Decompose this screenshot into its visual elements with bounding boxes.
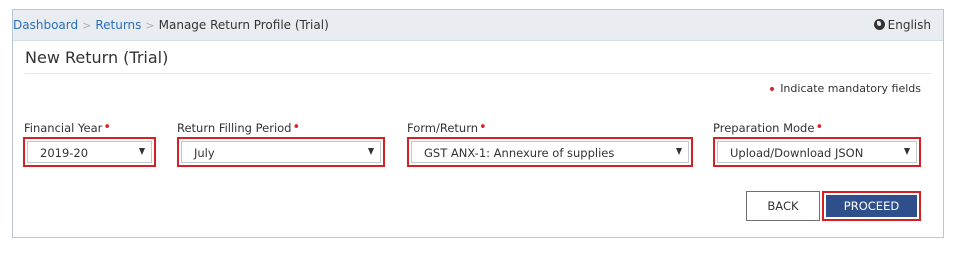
language-selector[interactable]: English	[873, 18, 931, 32]
breadcrumb-returns-link[interactable]: Returns	[95, 18, 141, 32]
form-return-label: Form/Return•	[407, 120, 487, 135]
financial-year-label-text: Financial Year	[24, 121, 103, 135]
preparation-mode-label: Preparation Mode•	[713, 120, 823, 135]
form-return-label-text: Form/Return	[407, 121, 479, 135]
return-period-select-box: July	[181, 141, 381, 163]
financial-year-select[interactable]: 2019-20	[23, 137, 156, 167]
preparation-mode-value: Upload/Download JSON	[730, 146, 864, 160]
dropdown-arrow-icon	[368, 148, 374, 155]
form-return-select-box: GST ANX-1: Annexure of supplies	[411, 141, 689, 163]
return-period-value: July	[194, 146, 215, 160]
dropdown-arrow-icon	[676, 148, 682, 155]
financial-year-select-box: 2019-20	[27, 141, 152, 163]
financial-year-label: Financial Year•	[24, 120, 111, 135]
return-period-label-text: Return Filling Period	[177, 121, 292, 135]
required-marker: •	[815, 120, 824, 135]
breadcrumb-bar: Dashboard > Returns > Manage Return Profile …	[13, 10, 943, 41]
breadcrumb-dashboard-link[interactable]: Dashboard	[13, 18, 78, 32]
language-label: English	[887, 18, 931, 32]
breadcrumb-current: Manage Return Profile (Trial)	[158, 18, 329, 32]
proceed-button-label: PROCEED	[826, 195, 917, 217]
required-marker: •	[103, 120, 112, 135]
return-period-label: Return Filling Period•	[177, 120, 300, 135]
dropdown-arrow-icon	[904, 148, 910, 155]
preparation-mode-select[interactable]: Upload/Download JSON	[713, 137, 921, 167]
preparation-mode-label-text: Preparation Mode	[713, 121, 815, 135]
return-period-select[interactable]: July	[177, 137, 385, 167]
form-return-value: GST ANX-1: Annexure of supplies	[424, 146, 615, 160]
financial-year-value: 2019-20	[40, 146, 89, 160]
form-return-select[interactable]: GST ANX-1: Annexure of supplies	[407, 137, 693, 167]
mandatory-note: • Indicate mandatory fields	[768, 82, 921, 98]
breadcrumb: Dashboard > Returns > Manage Return Profile …	[13, 18, 329, 32]
title-divider	[25, 73, 931, 74]
mandatory-note-text: Indicate mandatory fields	[780, 82, 921, 95]
preparation-mode-select-box: Upload/Download JSON	[717, 141, 917, 163]
back-button[interactable]: BACK	[746, 191, 820, 221]
globe-icon	[873, 19, 885, 30]
page-title: New Return (Trial)	[25, 48, 169, 67]
breadcrumb-separator: >	[145, 19, 155, 32]
dropdown-arrow-icon	[139, 148, 145, 155]
proceed-button[interactable]: PROCEED	[822, 191, 921, 221]
return-profile-frame: Dashboard > Returns > Manage Return Profile …	[12, 9, 944, 238]
required-marker: •	[292, 120, 301, 135]
required-marker: •	[479, 120, 487, 135]
breadcrumb-separator: >	[82, 19, 92, 32]
required-marker: •	[767, 82, 777, 98]
